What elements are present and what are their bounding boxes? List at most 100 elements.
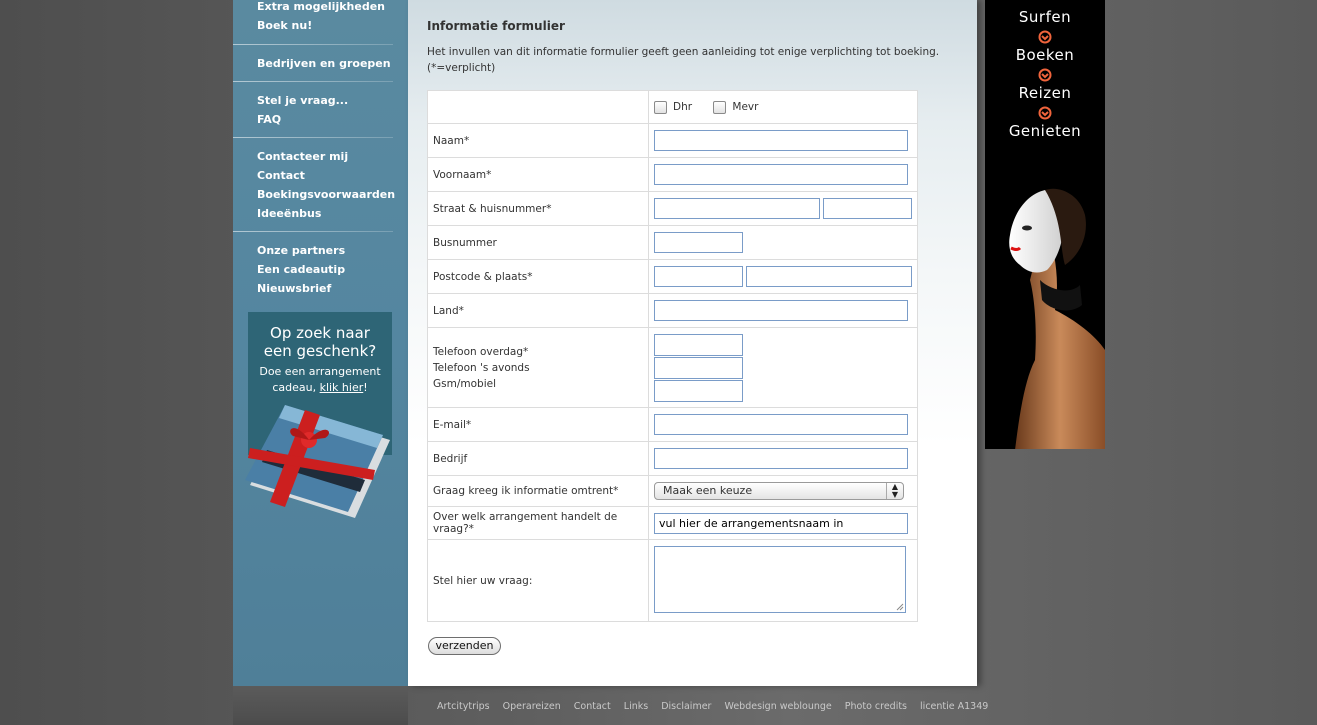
label-gsm: Gsm/mobiel xyxy=(433,377,496,390)
form-cell-straat xyxy=(648,191,918,226)
gift-link[interactable]: klik hier xyxy=(320,381,364,394)
input-telefoon-avonds[interactable] xyxy=(654,356,743,379)
form-row-land: Land* xyxy=(427,293,918,328)
ad-word-reizen: Reizen xyxy=(1018,84,1072,102)
nav-bedrijven-groepen[interactable]: Bedrijven en groepen xyxy=(257,54,407,73)
label-telefoon-overdag: Telefoon overdag* xyxy=(433,345,529,358)
nav-nieuwsbrief[interactable]: Nieuwsbrief xyxy=(257,279,407,298)
form-cell-bedrijf xyxy=(648,441,918,476)
sidebar-footer-strip xyxy=(233,686,408,725)
input-bedrijf[interactable] xyxy=(654,448,908,469)
form-cell-vraag xyxy=(648,539,918,622)
label-vraag: Stel hier uw vraag: xyxy=(427,539,649,622)
select-info-value: Maak een keuze xyxy=(663,484,753,497)
nav-stel-je-vraag[interactable]: Stel je vraag... xyxy=(257,91,407,110)
ad-banner[interactable]: Surfen Boeken Reizen Genieten xyxy=(985,0,1105,449)
nav-faq[interactable]: FAQ xyxy=(257,110,407,129)
ad-word-boeken: Boeken xyxy=(1015,46,1075,64)
gift-subtitle: Doe een arrangement cadeau, klik hier! xyxy=(248,364,392,396)
nav-boekingsvoorwaarden[interactable]: Boekingsvoorwaarden xyxy=(257,185,407,204)
gift-title: Op zoek naar een geschenk? xyxy=(248,324,392,360)
label-dhr: Dhr xyxy=(673,101,693,113)
form-row-postcode: Postcode & plaats* xyxy=(427,259,918,294)
nav-group-business: Bedrijven en groepen xyxy=(257,54,407,73)
footer-link-operareizen[interactable]: Operareizen xyxy=(503,701,561,712)
nav-divider xyxy=(233,81,393,82)
nav-divider xyxy=(233,44,393,45)
nav-cadeautip[interactable]: Een cadeautip xyxy=(257,260,407,279)
input-gsm[interactable] xyxy=(654,379,743,402)
label-arrangement: Over welk arrangement handelt de vraag?* xyxy=(427,506,649,540)
nav-onze-partners[interactable]: Onze partners xyxy=(257,241,407,260)
label-email: E-mail* xyxy=(427,407,649,442)
footer-links: Artcitytrips Operareizen Contact Links D… xyxy=(437,701,998,712)
form-row-salutation: Dhr Mevr xyxy=(427,90,918,124)
nav-contact[interactable]: Contact xyxy=(257,166,407,185)
form-cell-salutation: Dhr Mevr xyxy=(648,90,918,124)
footer-link-webdesign[interactable]: Webdesign weblounge xyxy=(724,701,831,712)
checkbox-dhr[interactable] xyxy=(654,100,667,114)
nav-group-contact: Contacteer mij Contact Boekingsvoorwaard… xyxy=(257,147,407,223)
form-row-vraag: Stel hier uw vraag: xyxy=(427,539,918,622)
form-cell-land xyxy=(648,293,918,328)
form-row-email: E-mail* xyxy=(427,407,918,442)
nav-contacteer-mij[interactable]: Contacteer mij xyxy=(257,147,407,166)
resize-handle-icon[interactable] xyxy=(896,603,904,611)
form-cell-info: Maak een keuze ▲ ▼ xyxy=(648,475,918,507)
form-row-busnummer: Busnummer xyxy=(427,225,918,260)
form-cell-arrangement: vul hier de arrangementsnaam in xyxy=(648,506,918,540)
input-arrangement[interactable]: vul hier de arrangementsnaam in xyxy=(654,512,908,534)
input-busnummer[interactable] xyxy=(654,232,743,253)
label-bedrijf: Bedrijf xyxy=(427,441,649,476)
ad-word-genieten: Genieten xyxy=(1008,122,1082,140)
gift-subtitle-pre: cadeau, xyxy=(272,381,320,394)
form-cell-postcode xyxy=(648,259,918,294)
input-huisnummer[interactable] xyxy=(823,198,912,219)
footer-link-contact[interactable]: Contact xyxy=(574,701,611,712)
label-straat: Straat & huisnummer* xyxy=(427,191,649,226)
textarea-vraag[interactable] xyxy=(654,545,906,613)
footer-link-links[interactable]: Links xyxy=(624,701,648,712)
label-telefoon-avonds: Telefoon 's avonds xyxy=(433,361,530,374)
footer-link-licentie[interactable]: licentie A1349 xyxy=(920,701,988,712)
form-row-voornaam: Voornaam* xyxy=(427,157,918,192)
nav-divider xyxy=(233,137,393,138)
form-intro: Het invullen van dit informatie formulie… xyxy=(427,46,940,74)
select-info-topic[interactable]: Maak een keuze ▲ ▼ xyxy=(654,482,904,500)
label-postcode: Postcode & plaats* xyxy=(427,259,649,294)
gift-title-line1: Op zoek naar xyxy=(270,324,370,342)
gift-voucher-image[interactable] xyxy=(245,400,390,520)
nav-boek-nu[interactable]: Boek nu! xyxy=(257,16,407,35)
gift-subtitle-post: ! xyxy=(363,381,368,394)
submit-button[interactable]: verzenden xyxy=(428,637,501,655)
form-row-arrangement: Over welk arrangement handelt de vraag?*… xyxy=(427,506,918,540)
input-plaats[interactable] xyxy=(746,266,912,287)
form-title: Informatie formulier xyxy=(427,19,565,33)
input-voornaam[interactable] xyxy=(654,164,908,185)
footer-link-disclaimer[interactable]: Disclaimer xyxy=(661,701,711,712)
nav-ideeenbus[interactable]: Ideeënbus xyxy=(257,204,407,223)
footer-link-artcitytrips[interactable]: Artcitytrips xyxy=(437,701,490,712)
input-naam[interactable] xyxy=(654,130,908,151)
form-row-naam: Naam* xyxy=(427,123,918,158)
input-postcode[interactable] xyxy=(654,266,743,287)
masked-woman-image xyxy=(1009,188,1105,449)
form-cell-empty xyxy=(427,90,649,124)
form-cell-voornaam xyxy=(648,157,918,192)
form-cell-telefoon-labels: Telefoon overdag* Telefoon 's avonds Gsm… xyxy=(427,327,649,408)
label-mevr: Mevr xyxy=(732,101,759,113)
input-telefoon-overdag[interactable] xyxy=(654,333,743,356)
form-cell-telefoon-inputs xyxy=(648,327,918,408)
form-cell-naam xyxy=(648,123,918,158)
nav-extra-mogelijkheden[interactable]: Extra mogelijkheden xyxy=(257,0,407,16)
input-land[interactable] xyxy=(654,300,908,321)
arrow-down-icon xyxy=(1038,68,1052,82)
footer-link-photo-credits[interactable]: Photo credits xyxy=(845,701,907,712)
nav-group-partners: Onze partners Een cadeautip Nieuwsbrief xyxy=(257,241,407,298)
input-email[interactable] xyxy=(654,414,908,435)
checkbox-mevr[interactable] xyxy=(713,100,727,114)
input-straat[interactable] xyxy=(654,198,820,219)
sidebar: Extra mogelijkheden Boek nu! Bedrijven e… xyxy=(233,0,408,686)
gift-subtitle-line1: Doe een arrangement xyxy=(259,365,381,378)
form-row-telefoon: Telefoon overdag* Telefoon 's avonds Gsm… xyxy=(427,327,918,408)
